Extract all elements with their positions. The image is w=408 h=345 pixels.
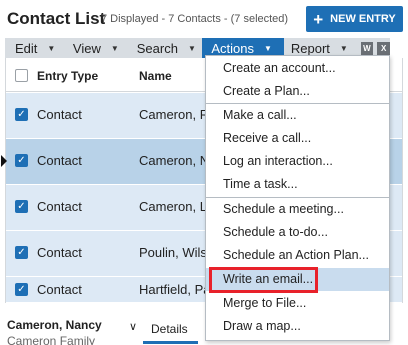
record-count: 7 Displayed - 7 Contacts - (7 selected) xyxy=(101,13,289,25)
chevron-down-icon: ▼ xyxy=(339,43,348,53)
entry-type-cell: Contact xyxy=(37,245,82,260)
menu-item-schedule-meeting[interactable]: Schedule a meeting... xyxy=(206,198,389,221)
menu-item-create-account[interactable]: Create an account... xyxy=(206,57,389,80)
menu-edit[interactable]: Edit ▼ xyxy=(5,38,67,58)
menu-search-label: Search xyxy=(136,40,178,56)
row-checkbox[interactable]: ✓ xyxy=(15,108,28,121)
name-cell: Cameron, Lo xyxy=(139,199,215,214)
menu-edit-label: Edit xyxy=(15,40,38,56)
highlight-annotation xyxy=(209,267,318,293)
contact-family: Cameron Family xyxy=(7,334,96,345)
menu-view[interactable]: View ▼ xyxy=(67,38,130,58)
menu-item-schedule-action-plan[interactable]: Schedule an Action Plan... xyxy=(206,244,389,267)
entry-type-cell: Contact xyxy=(37,282,82,297)
new-entry-label: NEW ENTRY xyxy=(330,13,396,25)
chevron-down-icon: ▼ xyxy=(110,43,119,53)
menu-item-draw-map[interactable]: Draw a map... xyxy=(206,315,389,338)
entry-type-cell: Contact xyxy=(37,107,82,122)
word-icon[interactable]: W xyxy=(360,41,374,55)
name-cell: Hartfield, Pa xyxy=(139,282,211,297)
excel-icon[interactable]: X xyxy=(377,41,390,55)
chevron-down-icon: ▼ xyxy=(47,43,56,53)
chevron-down-icon: ▼ xyxy=(264,43,272,53)
entry-type-cell: Contact xyxy=(37,153,82,168)
page-title: Contact List xyxy=(7,9,106,28)
row-checkbox[interactable]: ✓ xyxy=(15,154,28,167)
row-checkbox[interactable]: ✓ xyxy=(15,200,28,213)
column-name[interactable]: Name xyxy=(139,69,172,83)
menu-report-label: Report xyxy=(290,40,330,56)
menu-item-time-task[interactable]: Time a task... xyxy=(206,173,389,196)
current-row-indicator-icon xyxy=(1,155,7,167)
column-entry-type[interactable]: Entry Type xyxy=(37,69,98,83)
row-checkbox[interactable]: ✓ xyxy=(15,283,28,296)
new-entry-button[interactable]: + NEW ENTRY xyxy=(306,6,403,32)
active-tab-indicator xyxy=(143,341,198,344)
menu-item-schedule-todo[interactable]: Schedule a to-do... xyxy=(206,221,389,244)
select-all-checkbox[interactable] xyxy=(15,69,28,82)
chevron-down-icon: ▼ xyxy=(187,43,196,53)
menu-item-make-call[interactable]: Make a call... xyxy=(206,104,389,127)
menu-item-receive-call[interactable]: Receive a call... xyxy=(206,127,389,150)
name-cell: Poulin, Wilso xyxy=(139,245,215,260)
menu-view-label: View xyxy=(72,40,101,56)
plus-icon: + xyxy=(313,9,324,29)
actions-dropdown-menu: Create an account... Create a Plan... Ma… xyxy=(205,55,390,341)
menu-item-create-plan[interactable]: Create a Plan... xyxy=(206,80,389,103)
tab-details[interactable]: Details xyxy=(151,322,188,336)
entry-type-cell: Contact xyxy=(37,199,82,214)
menu-actions-label: Actions xyxy=(211,40,255,56)
menu-search[interactable]: Search ▼ xyxy=(130,38,203,58)
menu-item-log-interaction[interactable]: Log an interaction... xyxy=(206,150,389,173)
header: Contact List 7 Displayed - 7 Contacts - … xyxy=(0,0,408,38)
row-checkbox[interactable]: ✓ xyxy=(15,246,28,259)
menu-item-merge-to-file[interactable]: Merge to File... xyxy=(206,292,389,315)
chevron-down-icon[interactable]: ∨ xyxy=(129,320,137,333)
contact-name: Cameron, Nancy xyxy=(7,318,102,332)
